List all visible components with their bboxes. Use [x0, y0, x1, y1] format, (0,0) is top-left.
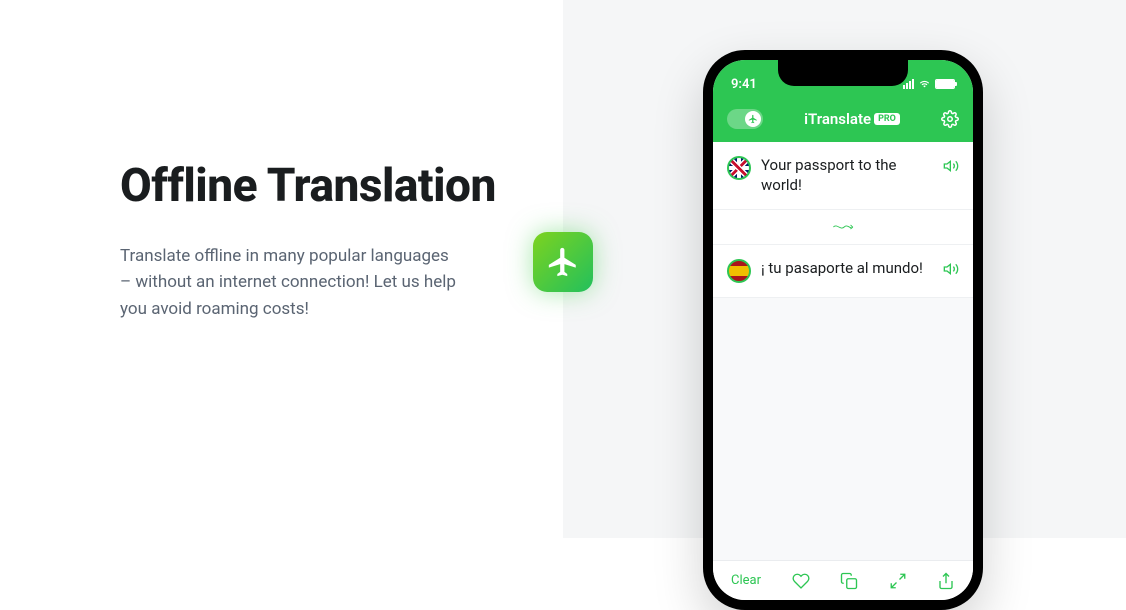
expand-icon[interactable] — [889, 572, 907, 590]
uk-flag-icon[interactable] — [727, 156, 751, 180]
airplane-icon — [546, 245, 580, 279]
settings-gear-icon[interactable] — [941, 110, 959, 128]
target-text: ¡ tu pasaporte al mundo! — [761, 259, 933, 279]
cellular-signal-icon — [903, 79, 914, 89]
phone-screen: 9:41 iTranslate PRO — [713, 60, 973, 600]
copy-icon[interactable] — [840, 572, 858, 590]
airplane-app-icon — [533, 232, 593, 292]
airplane-toggle-icon — [748, 114, 758, 124]
source-text: Your passport to the world! — [761, 156, 933, 195]
feature-heading: Offline Translation — [120, 160, 523, 213]
app-header: iTranslate PRO — [713, 100, 973, 142]
battery-icon — [935, 79, 955, 89]
mode-toggle[interactable] — [727, 109, 763, 129]
translation-area: Your passport to the world! ¡ tu pasapor… — [713, 142, 973, 560]
target-translation-row[interactable]: ¡ tu pasaporte al mundo! — [713, 245, 973, 298]
app-name: iTranslate — [804, 110, 871, 128]
status-time: 9:41 — [731, 77, 757, 92]
clear-button[interactable]: Clear — [731, 573, 761, 588]
speaker-icon[interactable] — [943, 261, 959, 277]
spain-flag-icon[interactable] — [727, 259, 751, 283]
status-icons — [903, 79, 955, 89]
app-title: iTranslate PRO — [804, 110, 900, 128]
feature-description: Translate offline in many popular langua… — [120, 243, 460, 322]
bottom-toolbar: Clear — [713, 560, 973, 600]
source-translation-row[interactable]: Your passport to the world! — [713, 142, 973, 210]
speaker-icon[interactable] — [943, 158, 959, 174]
swap-row — [713, 210, 973, 245]
phone-frame: 9:41 iTranslate PRO — [703, 50, 983, 610]
phone-preview-panel: 9:41 iTranslate PRO — [563, 0, 1126, 538]
share-icon[interactable] — [937, 572, 955, 590]
phone-notch — [778, 60, 908, 86]
wifi-icon — [918, 79, 931, 89]
heart-icon[interactable] — [792, 572, 810, 590]
swap-arrows-icon[interactable] — [831, 220, 855, 234]
marketing-copy: Offline Translation Translate offline in… — [0, 0, 563, 538]
pro-badge: PRO — [874, 113, 900, 125]
